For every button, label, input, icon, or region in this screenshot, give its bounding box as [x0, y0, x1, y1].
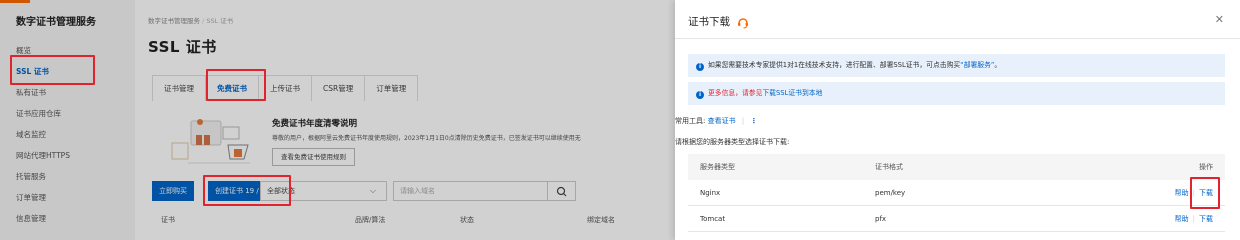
download-ssl-link[interactable]: 下载SSL证书到本地: [762, 89, 822, 97]
drawer-title-text: 证书下载: [688, 16, 730, 28]
operation-cell: 帮助 | 下载: [1174, 215, 1213, 223]
server-type-cell: Tomcat: [700, 215, 726, 223]
modal-overlay[interactable]: [0, 0, 675, 240]
server-type-cell: Nginx: [700, 189, 721, 197]
info1-text: 如果您需要技术专家提供1对1在线技术支持，进行配置、部署SSL证书，可点击购买: [708, 61, 961, 69]
header-cert-format: 证书格式: [875, 163, 903, 171]
drawer-divider: [675, 38, 1240, 39]
info-banner-support: i 如果您需要技术专家提供1对1在线技术支持，进行配置、部署SSL证书，可点击购买…: [688, 54, 1225, 77]
download-link-tomcat[interactable]: 下载: [1199, 215, 1213, 223]
view-cert-link[interactable]: 查看证书: [708, 117, 736, 125]
info-banner-more: i 更多信息，请参见下载SSL证书到本地: [688, 82, 1225, 105]
cert-format-cell: pem/key: [875, 189, 906, 197]
close-icon[interactable]: ✕: [1215, 13, 1224, 26]
table-header-row: 服务器类型 证书格式 操作: [688, 154, 1225, 180]
common-tools: 常用工具: 查看证书 | ⋮: [675, 117, 758, 125]
cert-download-drawer: 证书下载 ✕ i 如果您需要技术专家提供1对1在线技术支持，进行配置、部署SSL证…: [675, 0, 1240, 240]
tools-label: 常用工具:: [675, 117, 706, 125]
highlight-box-sidebar: [10, 55, 95, 85]
help-link[interactable]: 帮助: [1175, 215, 1189, 223]
info2-text: 更多信息，请参见: [708, 89, 763, 97]
choose-server-text: 请根据您的服务器类型选择证书下载:: [675, 138, 790, 146]
headset-support-icon[interactable]: [736, 15, 750, 29]
cert-format-cell: pfx: [875, 215, 887, 223]
download-table: 服务器类型 证书格式 操作 Nginx pem/key 帮助 | 下载 Tomcat…: [688, 154, 1225, 232]
more-vertical-icon[interactable]: ⋮: [750, 117, 757, 125]
header-server-type: 服务器类型: [700, 163, 735, 171]
info-icon: i: [696, 63, 704, 71]
table-row: Tomcat pfx 帮助 | 下载: [688, 206, 1225, 232]
help-link[interactable]: 帮助: [1175, 189, 1189, 197]
highlight-box-free-tab: [206, 69, 266, 101]
info-icon: i: [696, 91, 704, 99]
deploy-service-link[interactable]: “部署服务”: [960, 61, 994, 69]
drawer-title: 证书下载: [688, 14, 750, 29]
highlight-box-create: [203, 175, 291, 206]
highlight-box-download: [1190, 177, 1220, 209]
table-row: Nginx pem/key 帮助 | 下载: [688, 180, 1225, 206]
